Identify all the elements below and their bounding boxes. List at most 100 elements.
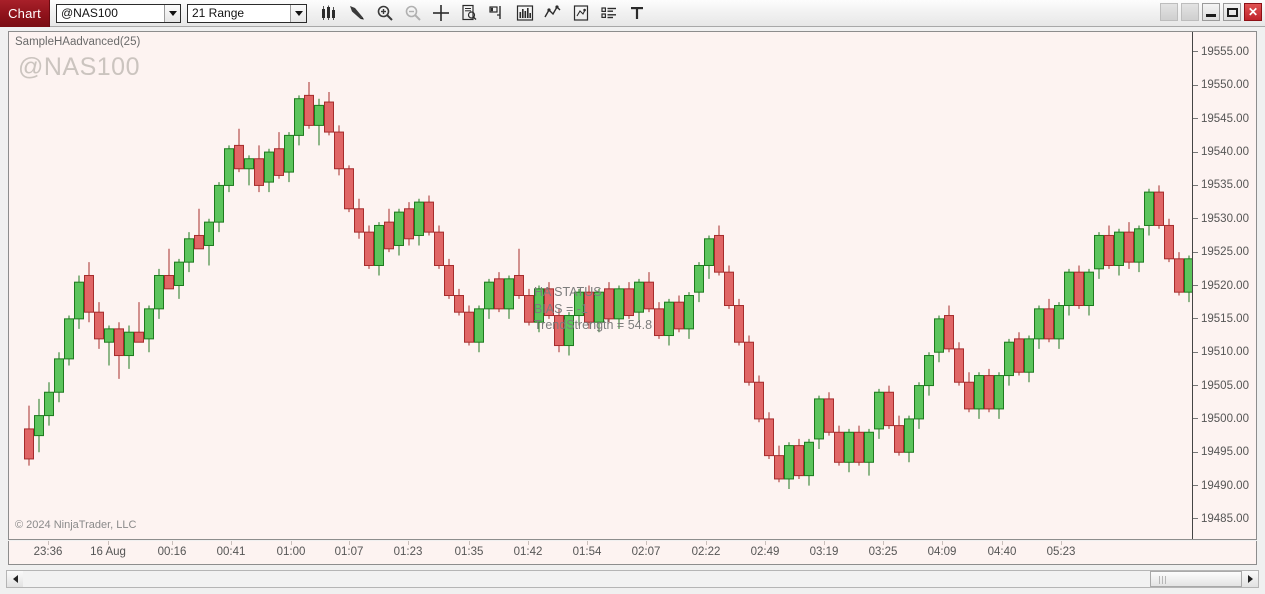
candlestick	[864, 428, 874, 476]
panel-icon[interactable]	[483, 1, 511, 25]
candlestick	[934, 315, 944, 363]
candlestick	[164, 248, 174, 290]
candlestick	[1124, 222, 1134, 269]
interval-selector[interactable]: 21 Range	[187, 3, 307, 23]
scrollbar-track[interactable]	[23, 571, 1242, 587]
candlestick	[694, 262, 704, 303]
time-tick-mark	[291, 541, 292, 545]
ha-status-bias: BIAS = -1	[534, 301, 588, 316]
price-tick-label: 19545.00	[1193, 113, 1249, 125]
candlestick	[414, 198, 424, 246]
candlestick	[924, 352, 934, 396]
price-tick-label: 19505.00	[1193, 380, 1249, 392]
time-tick-mark	[1061, 541, 1062, 545]
win-extra-2-button[interactable]	[1181, 3, 1199, 21]
candlestick	[244, 155, 254, 186]
candlestick	[154, 268, 164, 319]
candlestick	[1074, 265, 1084, 309]
candlestick	[284, 132, 294, 183]
chart-panel[interactable]: SampleHAadvanced(25) @NAS100 HA STATUS B…	[8, 31, 1257, 540]
maximize-button[interactable]	[1223, 3, 1241, 21]
candlestick	[1174, 252, 1184, 296]
ha-status-trendstrength: TrendStrength = 54.8	[534, 318, 653, 332]
candlestick	[304, 82, 314, 129]
time-tick-label: 00:41	[216, 546, 246, 558]
candlestick	[744, 335, 754, 386]
time-tick-label: 16 Aug	[90, 546, 126, 558]
chart-properties-icon[interactable]	[567, 1, 595, 25]
ha-status-title: HA STATUS	[534, 285, 602, 299]
bars-icon[interactable]	[315, 1, 343, 25]
horizontal-scrollbar[interactable]	[6, 570, 1259, 588]
scroll-left-button[interactable]	[7, 571, 23, 587]
zoom-in-icon[interactable]	[371, 1, 399, 25]
candlestick	[874, 388, 884, 439]
close-button[interactable]: ✕	[1244, 3, 1262, 21]
time-tick-label: 02:49	[750, 546, 780, 558]
candlestick	[444, 258, 454, 299]
candlestick	[134, 302, 144, 343]
price-axis[interactable]: 19555.00 19550.00 19545.00 19540.00 19535.00…	[1193, 32, 1256, 539]
candlestick	[224, 145, 234, 193]
candlestick	[784, 442, 794, 489]
data-box-icon[interactable]	[455, 1, 483, 25]
time-axis[interactable]: 23:36 16 Aug 00:16 00:41 01:00 01:07 01:23 01:3…	[8, 541, 1257, 565]
ha-status-overlay: HA STATUS BIAS = -1 TrendStrength = 54.8	[534, 284, 652, 334]
candlestick	[54, 352, 64, 403]
candlestick	[704, 235, 714, 279]
chart-plot-area[interactable]: SampleHAadvanced(25) @NAS100 HA STATUS B…	[9, 32, 1192, 539]
chevron-down-icon[interactable]	[290, 4, 306, 22]
time-tick-mark	[883, 541, 884, 545]
instrument-selector[interactable]: @NAS100	[56, 3, 181, 23]
candlestick	[884, 385, 894, 429]
chevron-down-icon[interactable]	[164, 4, 180, 22]
time-tick-label: 01:42	[513, 546, 543, 558]
list-icon[interactable]	[595, 1, 623, 25]
candlestick	[364, 225, 374, 269]
time-tick-mark	[706, 541, 707, 545]
strategies-icon[interactable]	[539, 1, 567, 25]
text-tool-icon[interactable]	[623, 1, 651, 25]
scroll-right-button[interactable]	[1242, 571, 1258, 587]
win-extra-1-button[interactable]	[1160, 3, 1178, 21]
candlestick	[374, 222, 384, 276]
grip-line	[1165, 576, 1166, 584]
pencil-icon[interactable]	[343, 1, 371, 25]
time-tick-mark	[231, 541, 232, 545]
candlestick	[114, 322, 124, 379]
indicators-icon[interactable]	[511, 1, 539, 25]
time-tick-mark	[172, 541, 173, 545]
candlestick	[834, 425, 844, 466]
candlestick	[1054, 302, 1064, 349]
candlestick	[434, 225, 444, 269]
candlestick	[944, 305, 954, 353]
candlestick	[1164, 218, 1174, 263]
candlestick	[994, 372, 1004, 419]
time-tick-label: 01:23	[393, 546, 423, 558]
candlestick	[814, 395, 824, 449]
candlestick	[24, 405, 34, 466]
time-tick-label: 02:22	[691, 546, 721, 558]
time-tick-label: 01:54	[572, 546, 602, 558]
time-tick-mark	[469, 541, 470, 545]
zoom-out-icon[interactable]	[399, 1, 427, 25]
price-tick-label: 19540.00	[1193, 146, 1249, 158]
time-tick-label: 01:00	[276, 546, 306, 558]
candlestick	[904, 415, 914, 463]
candlestick	[954, 342, 964, 386]
candlestick	[984, 368, 994, 413]
candlestick	[1184, 255, 1192, 303]
chart-tab[interactable]: Chart	[0, 0, 50, 27]
price-tick-label: 19530.00	[1193, 213, 1249, 225]
candlestick	[1014, 332, 1024, 376]
scrollbar-thumb[interactable]	[1150, 571, 1242, 587]
time-tick-mark	[646, 541, 647, 545]
candlestick	[64, 315, 74, 366]
candlestick	[964, 372, 974, 413]
candlestick	[324, 92, 334, 136]
price-tick-label: 19500.00	[1193, 413, 1249, 425]
candlestick	[104, 325, 114, 366]
crosshair-icon[interactable]	[427, 1, 455, 25]
minimize-button[interactable]	[1202, 3, 1220, 21]
candlestick	[734, 298, 744, 346]
